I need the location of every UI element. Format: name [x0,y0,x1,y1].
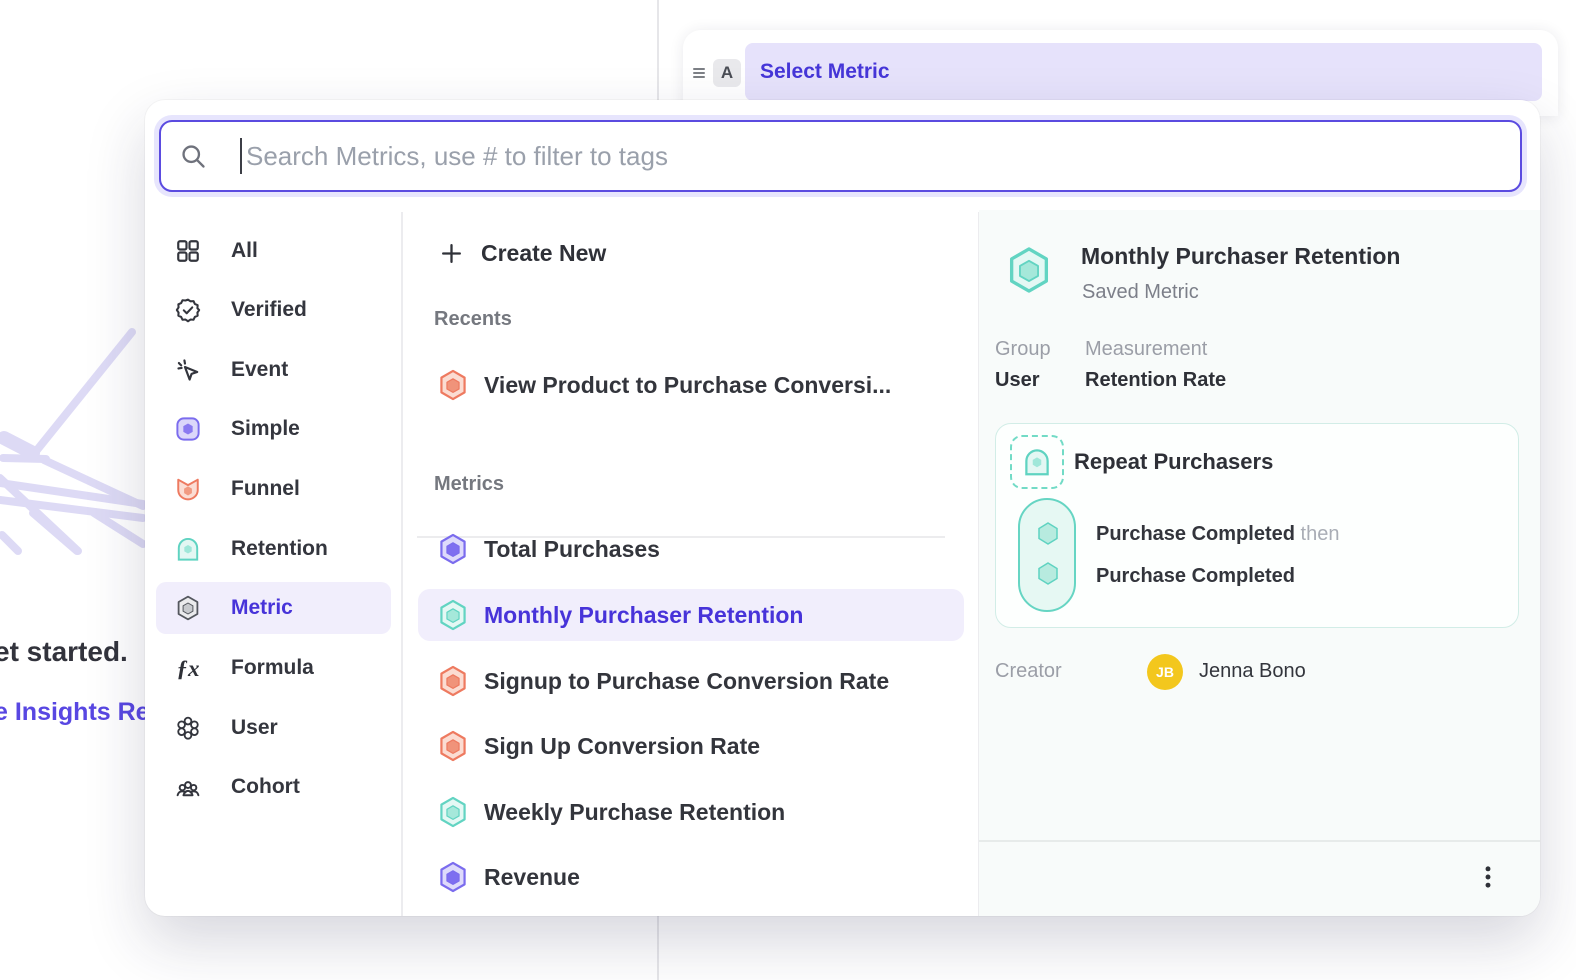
sidebar-item-user[interactable]: User [156,702,391,754]
sidebar-item-label: User [231,716,278,740]
metrics-heading: Metrics [434,473,504,496]
definition-name: Repeat Purchasers [1074,449,1273,475]
sidebar-item-label: Funnel [231,477,300,501]
metric-item-total-purchases[interactable]: Total Purchases [418,523,964,575]
verified-badge-icon [175,297,201,323]
step-a-badge: A [713,59,741,87]
metric-picker-modal: All Verified Event Simple [145,100,1540,916]
background-heading: et started. [0,636,128,668]
metric-item-revenue[interactable]: Revenue [418,851,964,903]
sidebar-item-label: Simple [231,417,300,441]
metric-item-label: Monthly Purchaser Retention [484,602,803,629]
metric-item-label: Revenue [484,864,580,891]
drag-handle-icon[interactable] [687,61,711,85]
metric-definition-card: Repeat Purchasers Purchase Completed the… [995,423,1519,628]
recents-heading: Recents [434,308,512,331]
filter-sidebar: All Verified Event Simple [145,212,401,916]
detail-subtitle: Saved Metric [1082,281,1199,304]
metric-item-label: Weekly Purchase Retention [484,799,785,826]
sidebar-item-all[interactable]: All [156,225,391,277]
formula-glyph: ƒx [177,657,200,680]
create-new-button[interactable]: Create New [432,228,606,278]
retention-steps-capsule [1018,498,1076,612]
metric-item-signup-to-purchase[interactable]: Signup to Purchase Conversion Rate [418,655,964,707]
recent-item-label: View Product to Purchase Conversi... [484,372,891,399]
sidebar-item-label: Formula [231,656,314,680]
sidebar-item-simple[interactable]: Simple [156,403,391,455]
kebab-menu-icon[interactable] [1474,863,1502,891]
creator-name: Jenna Bono [1199,660,1306,683]
sidebar-item-label: Event [231,358,288,382]
hexagon-metric-icon [438,369,468,401]
hexagon-metric-icon [438,796,468,828]
detail-footer-divider [979,840,1540,842]
hexagon-metric-icon [438,533,468,565]
step-connector: then [1301,523,1340,545]
sidebar-item-verified[interactable]: Verified [156,284,391,336]
sidebar-item-metric[interactable]: Metric [156,582,391,634]
group-label: Group [995,338,1051,361]
plus-icon [439,241,464,266]
text-caret [240,138,242,174]
hexagon-metric-icon [438,861,468,893]
metric-hexagon-icon [175,595,201,621]
group-value: User [995,369,1039,392]
metric-item-label: Total Purchases [484,536,660,563]
measurement-value: Retention Rate [1085,369,1226,392]
sidebar-item-event[interactable]: Event [156,344,391,396]
create-new-label: Create New [481,240,606,267]
step-hexagon-icon [1035,520,1061,548]
sidebar-item-label: Verified [231,298,307,322]
metric-item-sign-up-conversion[interactable]: Sign Up Conversion Rate [418,720,964,772]
step-1-event: Purchase Completed [1096,523,1295,545]
background-link[interactable]: e Insights Re [0,698,150,727]
sidebar-item-funnel[interactable]: Funnel [156,463,391,515]
cohort-people-icon [175,774,201,800]
metric-item-weekly-purchase-retention[interactable]: Weekly Purchase Retention [418,786,964,838]
screen: et started. e Insights Re A Select Metri… [0,0,1576,980]
step-2-event: Purchase Completed [1096,565,1295,587]
metric-detail-panel: Monthly Purchaser Retention Saved Metric… [979,210,1540,916]
retention-step-icon-frame [1010,435,1064,489]
search-icon [179,142,207,170]
saved-metric-hexagon-icon [1006,246,1052,294]
sidebar-item-retention[interactable]: Retention [156,523,391,575]
funnel-icon [175,476,201,502]
background-line-illustration [0,325,160,575]
step-hexagon-icon [1035,560,1061,588]
sidebar-item-formula[interactable]: ƒx Formula [156,642,391,694]
recent-item-view-product[interactable]: View Product to Purchase Conversi... [418,359,964,411]
metric-item-monthly-purchaser-retention[interactable]: Monthly Purchaser Retention [418,589,964,641]
formula-fx-icon: ƒx [175,655,201,681]
sidebar-item-label: Cohort [231,775,300,799]
hexagon-metric-icon [438,730,468,762]
metric-item-label: Signup to Purchase Conversion Rate [484,668,889,695]
sidebar-item-label: Retention [231,537,328,561]
search-bar[interactable] [159,120,1522,192]
creator-label: Creator [995,660,1062,683]
hexagon-metric-icon [438,599,468,631]
measurement-label: Measurement [1085,338,1207,361]
retention-arch-icon [175,536,201,562]
retention-arch-icon [1022,447,1052,477]
hexagon-metric-icon [438,665,468,697]
detail-title: Monthly Purchaser Retention [1081,243,1400,270]
sidebar-item-label: Metric [231,596,293,620]
event-cursor-icon [175,357,201,383]
simple-borehole-icon [175,416,201,442]
select-metric-label: Select Metric [760,60,890,84]
sidebar-item-label: All [231,239,258,263]
creator-avatar: JB [1147,654,1183,690]
definition-step-2: Purchase Completed [1096,565,1295,588]
definition-step-1: Purchase Completed then [1096,523,1339,546]
select-metric-button[interactable]: Select Metric [745,43,1542,101]
grid-icon [175,238,201,264]
metric-list-column: Create New Recents View Product to Purch… [402,212,978,916]
sidebar-item-cohort[interactable]: Cohort [156,761,391,813]
search-input[interactable] [244,140,1520,173]
step-connector-word: then [1301,523,1340,545]
user-cluster-icon [175,715,201,741]
metric-item-label: Sign Up Conversion Rate [484,733,760,760]
